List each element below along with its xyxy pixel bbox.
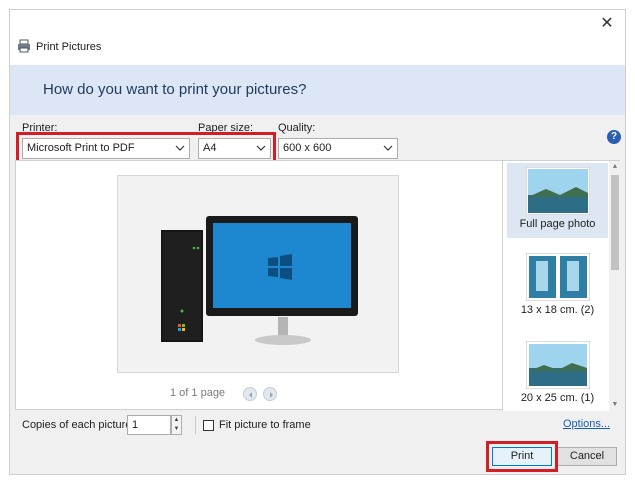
scroll-up-icon[interactable]: ▲ [609,161,621,173]
help-icon[interactable]: ? [607,130,621,144]
computer-image [161,216,358,345]
layout-label: Full page photo [519,218,596,230]
quality-select[interactable]: 600 x 600 [278,138,398,159]
printer-icon [17,39,31,53]
title-bar: Print Pictures ✕ [10,10,625,65]
divider [195,416,196,434]
chevron-down-icon [175,145,185,151]
chevron-down-icon [256,145,266,151]
page-counter: 1 of 1 page [170,387,226,399]
instruction-banner: How do you want to print your pictures? [10,65,625,115]
print-pictures-dialog: Print Pictures ✕ How do you want to prin… [9,9,626,475]
fit-picture-checkbox[interactable] [203,420,214,431]
printer-label: Printer: [22,122,58,134]
copies-input[interactable]: 1 [127,415,171,435]
previous-page-button[interactable] [243,387,257,401]
quality-value: 600 x 600 [283,142,332,154]
layout-label: 20 x 25 cm. (1) [520,392,595,404]
layout-list: Full page photo 13 x 18 cm. (2) 20 x 25 … [502,161,621,411]
copies-row: Copies of each picture: 1 ▲ ▼ Fit pictur… [10,412,625,440]
next-page-button[interactable] [263,387,277,401]
preview-area: 1 of 1 page Full page photo 13 x 18 cm. … [15,160,621,411]
layout-thumbnail [525,340,590,390]
chevron-left-icon [249,392,252,398]
cancel-button[interactable]: Cancel [557,447,617,466]
layout-scrollbar[interactable]: ▲ ▼ [609,161,621,411]
increment-icon[interactable]: ▲ [172,416,181,425]
paper-size-label: Paper size: [198,122,254,134]
decrement-icon[interactable]: ▼ [172,425,181,434]
copies-stepper[interactable]: ▲ ▼ [171,415,182,435]
chevron-right-icon [270,392,273,398]
layout-full-page[interactable]: Full page photo [507,163,608,238]
layout-13x18[interactable]: 13 x 18 cm. (2) [507,251,608,323]
banner-heading: How do you want to print your pictures? [43,81,307,98]
paper-size-value: A4 [203,142,217,154]
print-button[interactable]: Print [492,447,552,466]
paper-size-select[interactable]: A4 [198,138,271,159]
layout-thumbnail [525,166,590,216]
scroll-down-icon[interactable]: ▼ [609,399,621,411]
layout-label: 13 x 18 cm. (2) [520,304,595,316]
scroll-thumb[interactable] [611,175,619,270]
window-title: Print Pictures [36,41,102,53]
printer-select[interactable]: Microsoft Print to PDF [22,138,190,159]
print-preview [117,175,399,373]
chevron-down-icon [383,145,393,151]
copies-label: Copies of each picture: [22,419,135,431]
quality-label: Quality: [278,122,316,134]
layout-thumbnail [525,252,590,302]
printer-value: Microsoft Print to PDF [27,142,135,154]
options-link[interactable]: Options... [563,418,610,430]
layout-20x25[interactable]: 20 x 25 cm. (1) [507,339,608,411]
fit-picture-label: Fit picture to frame [219,419,311,431]
close-icon[interactable]: ✕ [597,14,617,34]
